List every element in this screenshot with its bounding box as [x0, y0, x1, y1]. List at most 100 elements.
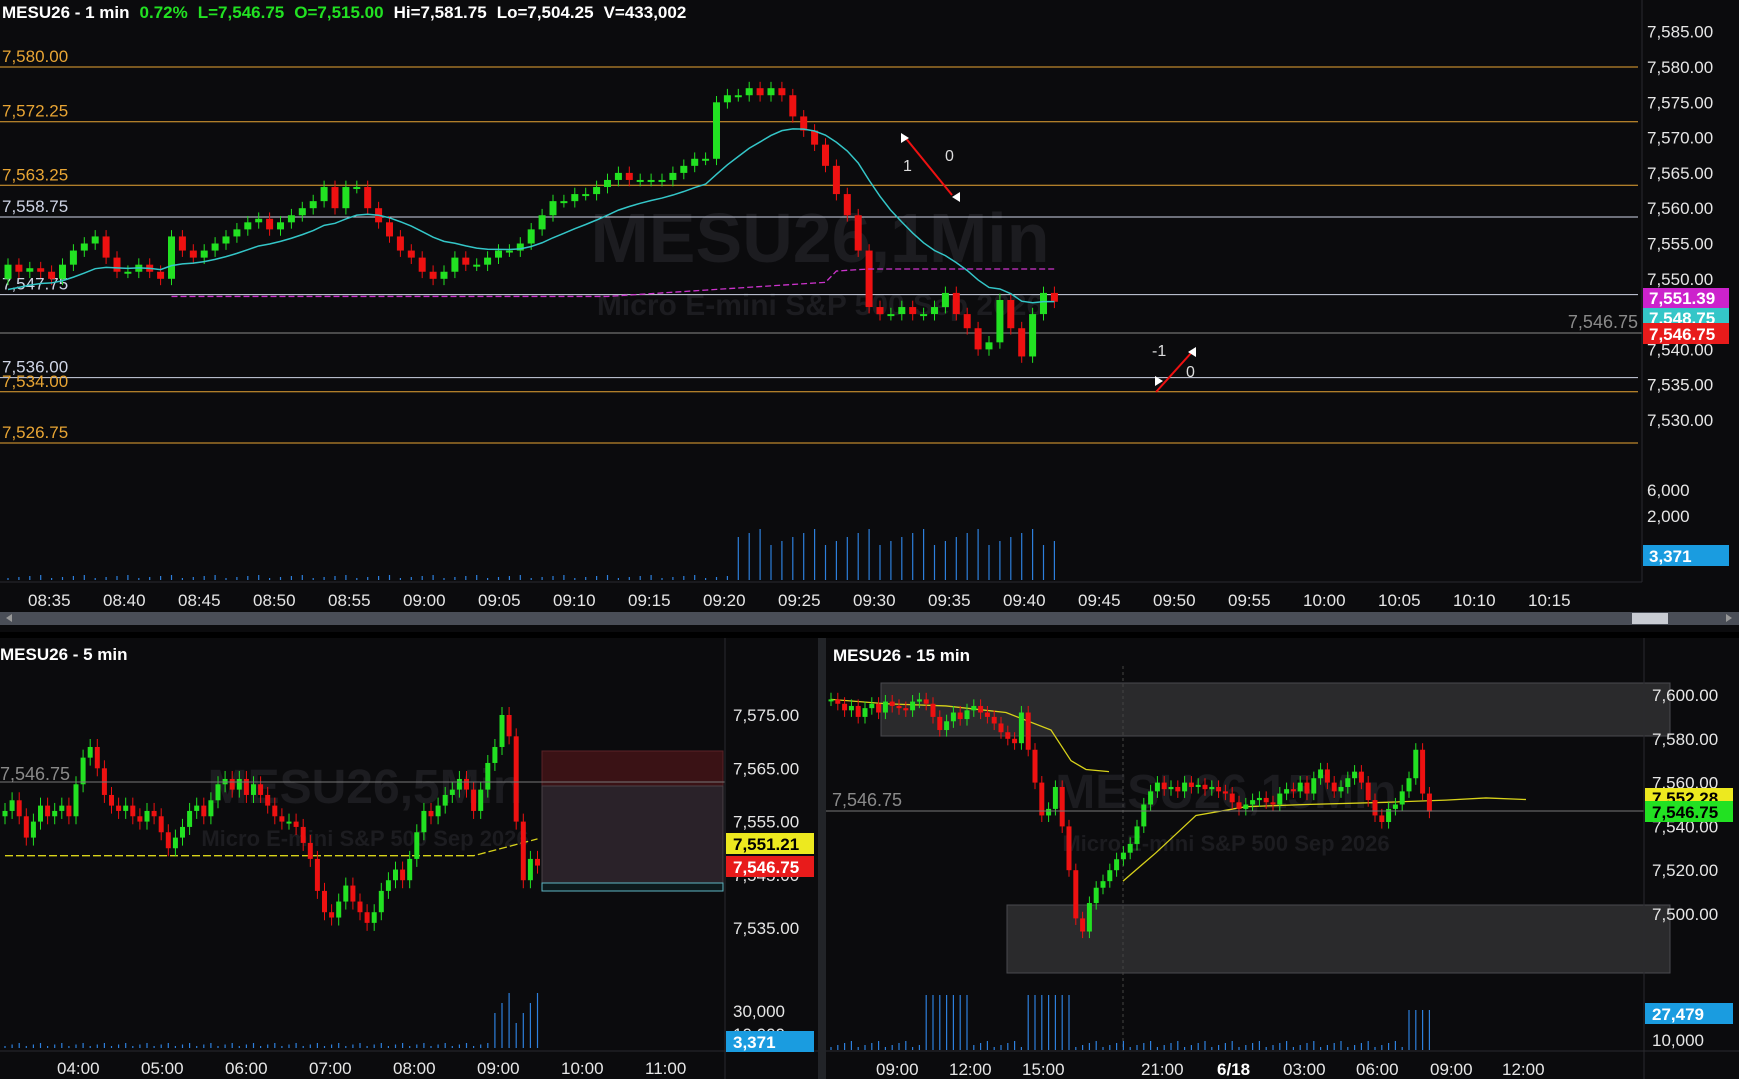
time-axis-label: 09:00 — [403, 591, 446, 610]
chart-5min-svg[interactable]: MESU26,5Min Micro E-mini S&P 500 Sep 202… — [0, 638, 818, 1079]
candle-body — [691, 158, 699, 166]
candle-body — [1263, 797, 1269, 803]
last-price-tag-text: 7,546.75 — [733, 858, 799, 877]
candle-body — [172, 837, 178, 849]
candle-body — [604, 179, 611, 188]
symbol-label: MESU26 - 15 min — [833, 646, 970, 665]
time-axis-label: 03:00 — [1283, 1060, 1326, 1079]
candle-body — [168, 236, 175, 279]
level-label: 7,526.75 — [2, 423, 68, 442]
candle-body — [113, 257, 121, 272]
last-price-line-label: 7,546.75 — [1568, 312, 1638, 332]
chart-1min-svg[interactable]: MESU26,1Min Micro E-mini S&P 500 Sep 202… — [0, 0, 1739, 636]
chart-15min-pane[interactable]: MESU26,15Min Micro E-mini S&P 500 Sep 20… — [826, 638, 1739, 1079]
candle-body — [37, 268, 45, 272]
candle-body — [887, 314, 895, 317]
candle-body — [473, 264, 481, 267]
candle-body — [251, 784, 256, 795]
candle-body — [582, 194, 590, 197]
scrollbar-thumb[interactable] — [1632, 613, 1668, 624]
candle-body — [1050, 292, 1058, 302]
candle-body — [1250, 800, 1256, 805]
chart-1min-header: MESU26 - 1 min 0.72% L=7,546.75 O=7,515.00 H… — [2, 3, 696, 23]
candle-body — [87, 746, 93, 758]
candle-body — [1141, 804, 1147, 827]
candle-body — [464, 778, 469, 790]
candle-body — [194, 805, 200, 811]
candle-body — [1161, 782, 1167, 790]
candle-body — [151, 810, 157, 817]
candle-body — [822, 144, 829, 166]
candle-body — [828, 699, 834, 702]
candle-body — [1134, 826, 1140, 844]
candle-body — [309, 201, 317, 209]
time-axis-label: 10:10 — [1453, 591, 1496, 610]
candle-body — [200, 250, 208, 258]
candle-body — [314, 858, 320, 891]
candle-body — [1107, 870, 1113, 882]
time-axis[interactable]: 08:35 08:40 08:45 08:50 08:55 09:00 09:05 09:10… — [28, 591, 1571, 610]
candle-body — [1304, 782, 1310, 794]
price-axis-label: 7,535.00 — [733, 919, 799, 938]
candle-body — [909, 307, 917, 315]
last-label: L=7,546.75 — [197, 3, 285, 22]
price-axis[interactable]: 7,585.00 7,580.00 7,575.00 7,570.00 7,565.00… — [1647, 23, 1713, 526]
pane-splitter-vertical[interactable] — [818, 638, 826, 1079]
yellow-price-tag-text: 7,551.21 — [733, 835, 799, 854]
candle-body — [1236, 802, 1242, 809]
open-label: O=7,515.00 — [294, 3, 384, 22]
price-axis-label: 7,580.00 — [1647, 58, 1713, 77]
candle-body — [593, 187, 601, 195]
price-axis[interactable]: 7,600.007,580.007,560.007,540.007,520.00… — [1652, 686, 1718, 1050]
candle-body — [1046, 808, 1052, 816]
candle-body — [451, 257, 459, 272]
chart-15min-svg[interactable]: MESU26,15Min Micro E-mini S&P 500 Sep 20… — [826, 638, 1739, 1079]
candle-body — [320, 187, 328, 202]
candle-body — [287, 215, 295, 223]
candle-body — [520, 821, 526, 881]
candle-body — [854, 215, 862, 251]
candle-body — [991, 716, 997, 724]
candle-body — [1277, 793, 1283, 805]
price-axis-label: 7,575.00 — [733, 706, 799, 725]
candle-body — [484, 257, 492, 265]
candle-body — [393, 869, 398, 881]
candle-body — [923, 699, 929, 704]
chart-5min-pane[interactable]: MESU26,5Min Micro E-mini S&P 500 Sep 202… — [0, 638, 818, 1079]
candle-body — [1086, 903, 1092, 932]
demand-zone-box — [541, 882, 724, 892]
time-axis[interactable]: 04:00 05:00 06:00 07:00 08:00 09:00 10:00 11:00 — [57, 1059, 686, 1078]
time-axis[interactable]: 09:00 12:00 15:00 21:00 6/18 03:00 06:00 09:00 1… — [876, 1060, 1545, 1079]
candle-body — [778, 88, 786, 96]
price-axis-label: 7,565.00 — [733, 759, 799, 778]
horizontal-scrollbar[interactable] — [0, 612, 1739, 625]
candle-body — [371, 912, 377, 923]
candle-body — [38, 805, 43, 822]
price-axis-label: 7,520.00 — [1652, 861, 1718, 880]
candle-body — [243, 778, 249, 795]
candle-body — [495, 250, 502, 258]
level-label: 7,558.75 — [2, 197, 68, 216]
candle-body — [144, 810, 150, 822]
candle-body — [343, 885, 349, 902]
supply-zone-box — [541, 750, 724, 787]
candle-body — [1399, 791, 1405, 805]
candle-body — [1256, 797, 1262, 801]
candle-body — [4, 264, 12, 279]
candle-body — [407, 250, 415, 258]
vwap-price-tag-text: 7,551.39 — [1649, 289, 1715, 308]
volume-tag-text: 3,371 — [733, 1033, 776, 1052]
candle-body — [364, 912, 370, 923]
candle-body — [985, 342, 993, 350]
chart-1min-pane[interactable]: MESU26,1Min Micro E-mini S&P 500 Sep 202… — [0, 0, 1739, 636]
candle-body — [492, 746, 498, 763]
candle-body — [964, 710, 970, 720]
candle-body — [211, 243, 219, 251]
candle-body — [30, 821, 36, 838]
time-axis-label: 21:00 — [1141, 1060, 1184, 1079]
candle-body — [882, 701, 888, 713]
candle-body — [937, 716, 943, 731]
candle-body — [1025, 712, 1031, 750]
candle-body — [1073, 870, 1079, 919]
candle-body — [1018, 712, 1024, 744]
